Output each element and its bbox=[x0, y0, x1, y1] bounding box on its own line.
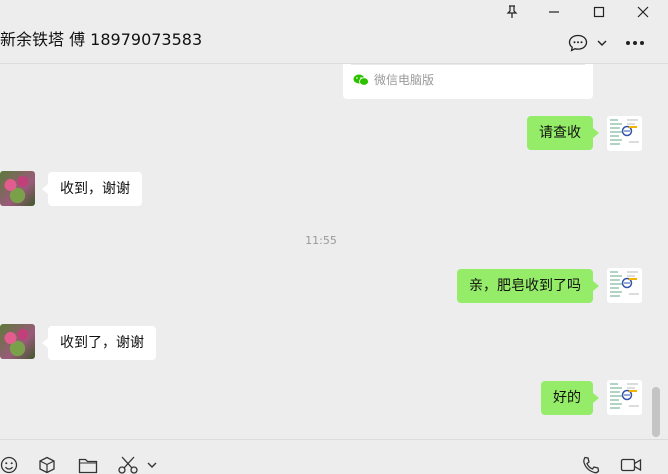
avatar-me[interactable] bbox=[607, 268, 642, 303]
avatar-me[interactable] bbox=[607, 380, 642, 415]
message-bubble-other[interactable]: 收到了，谢谢 bbox=[42, 326, 156, 360]
message-bubble-me[interactable]: 亲，肥皂收到了吗 bbox=[457, 269, 599, 303]
scrollbar-thumb[interactable] bbox=[652, 387, 660, 437]
maximize-icon[interactable] bbox=[587, 2, 611, 22]
video-icon[interactable] bbox=[620, 456, 642, 474]
emoji-icon[interactable] bbox=[0, 456, 18, 474]
wechat-logo-icon bbox=[353, 74, 369, 86]
minimize-icon[interactable] bbox=[542, 2, 566, 22]
chat-title: 新余铁塔 傅 18979073583 bbox=[0, 30, 203, 49]
scissors-icon[interactable] bbox=[118, 456, 138, 474]
message-bubble-me[interactable]: 请查收 bbox=[527, 116, 599, 150]
message-bubble-me[interactable]: 好的 bbox=[541, 381, 599, 415]
pin-icon[interactable] bbox=[500, 2, 524, 22]
timestamp: 11:55 bbox=[305, 234, 337, 247]
message-list[interactable]: 微信电脑版 请查收 收到，谢谢 11:55 亲，肥皂收到了吗 收到了，谢谢 好的 bbox=[0, 64, 668, 439]
card-divider bbox=[351, 64, 585, 65]
message-bubble-other[interactable]: 收到，谢谢 bbox=[42, 172, 142, 206]
input-toolbar bbox=[0, 439, 668, 474]
card-source-label: 微信电脑版 bbox=[374, 73, 435, 87]
chevron-down-icon[interactable] bbox=[597, 34, 607, 52]
more-icon[interactable] bbox=[625, 34, 645, 52]
title-bar: 新余铁塔 傅 18979073583 bbox=[0, 0, 668, 64]
shared-card[interactable]: 微信电脑版 bbox=[343, 64, 593, 99]
phone-icon[interactable] bbox=[581, 456, 601, 474]
card-source: 微信电脑版 bbox=[353, 71, 434, 88]
sticker-box-icon[interactable] bbox=[38, 456, 56, 474]
avatar-me[interactable] bbox=[607, 116, 642, 151]
close-icon[interactable] bbox=[631, 2, 655, 22]
avatar-contact[interactable] bbox=[0, 324, 35, 359]
folder-icon[interactable] bbox=[78, 456, 98, 474]
avatar-contact[interactable] bbox=[0, 171, 35, 206]
chat-bubble-icon[interactable] bbox=[568, 34, 588, 52]
chevron-down-icon[interactable] bbox=[147, 456, 157, 474]
